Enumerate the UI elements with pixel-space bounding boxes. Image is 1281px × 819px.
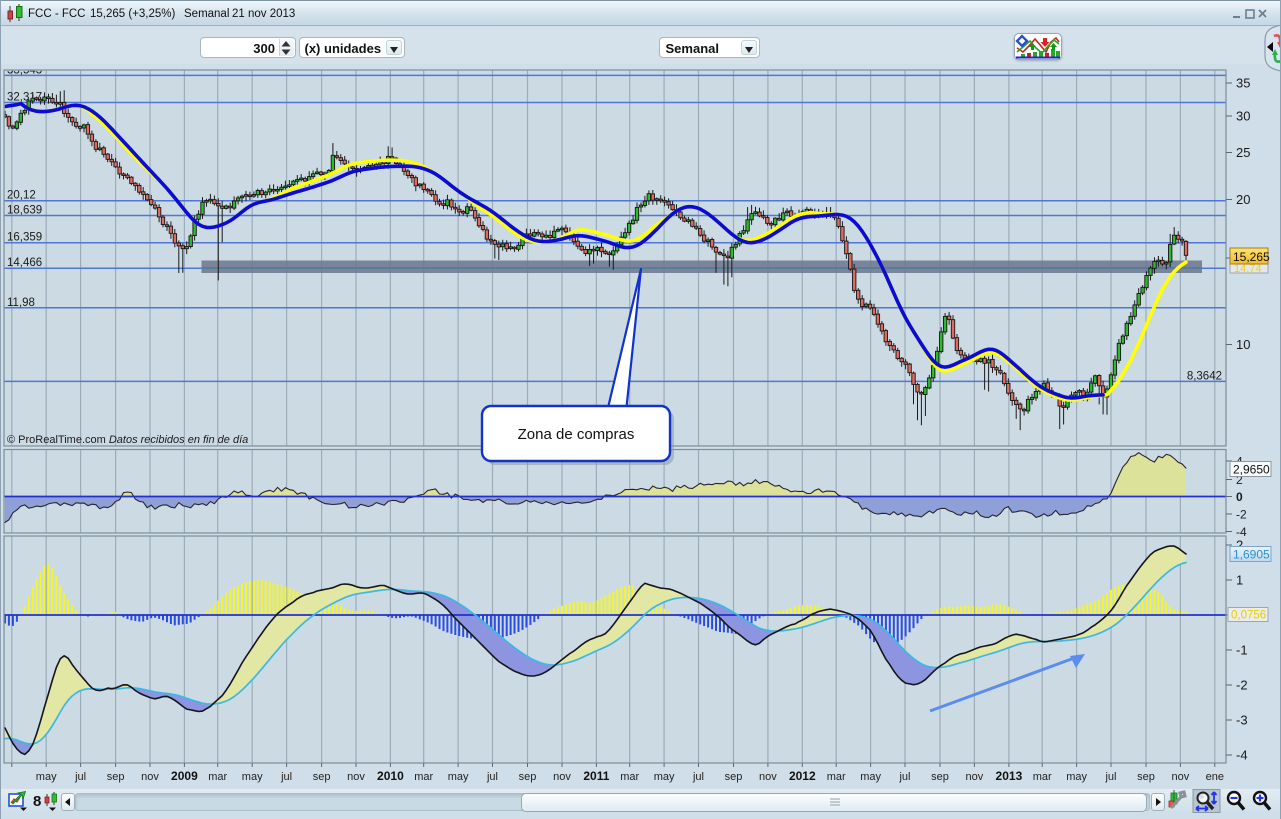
svg-text:2009: 2009 [171, 769, 198, 783]
svg-text:14,466: 14,466 [7, 257, 42, 269]
svg-text:mar: mar [208, 771, 227, 783]
svg-text:mar: mar [414, 771, 433, 783]
svg-text:2,9650: 2,9650 [1233, 463, 1270, 477]
svg-text:2011: 2011 [583, 769, 609, 783]
svg-text:sep: sep [1137, 771, 1155, 783]
svg-text:nov: nov [553, 771, 571, 783]
svg-text:-4: -4 [1236, 748, 1248, 763]
svg-text:ene: ene [1206, 771, 1224, 783]
svg-text:20,12: 20,12 [7, 190, 36, 202]
svg-text:may: may [1066, 771, 1087, 783]
svg-text:2013: 2013 [996, 769, 1023, 783]
svg-text:jul: jul [280, 771, 292, 783]
svg-text:14,74: 14,74 [1234, 263, 1262, 275]
svg-text:-2: -2 [1236, 508, 1247, 522]
svg-text:mar: mar [827, 771, 846, 783]
svg-text:© ProRealTime.com Datos recibi: © ProRealTime.com Datos recibidos en fin… [7, 434, 248, 446]
svg-text:20: 20 [1236, 192, 1250, 207]
svg-text:-2: -2 [1236, 678, 1248, 693]
svg-text:jul: jul [1104, 771, 1116, 783]
svg-text:-3: -3 [1236, 713, 1248, 728]
svg-text:8: 8 [33, 793, 41, 810]
svg-text:1,6905: 1,6905 [1233, 548, 1270, 562]
svg-text:1: 1 [1236, 573, 1243, 588]
svg-text:0: 0 [1236, 490, 1243, 504]
svg-text:sep: sep [107, 771, 125, 783]
svg-text:11,98: 11,98 [7, 297, 35, 309]
svg-text:jul: jul [898, 771, 910, 783]
svg-text:Zona de compras: Zona de compras [518, 426, 635, 443]
svg-text:35: 35 [1236, 76, 1250, 91]
svg-text:sep: sep [725, 771, 743, 783]
svg-text:sep: sep [931, 771, 949, 783]
svg-text:30: 30 [1236, 109, 1250, 124]
svg-text:-1: -1 [1236, 643, 1248, 658]
svg-text:0,0756: 0,0756 [1231, 610, 1266, 622]
svg-text:jul: jul [74, 771, 86, 783]
svg-text:may: may [36, 771, 57, 783]
svg-text:may: may [654, 771, 675, 783]
svg-text:8,3642: 8,3642 [1187, 370, 1222, 382]
svg-text:sep: sep [519, 771, 537, 783]
svg-text:15,265: 15,265 [1233, 250, 1270, 264]
svg-text:mar: mar [620, 771, 639, 783]
svg-text:mar: mar [1033, 771, 1052, 783]
svg-text:nov: nov [347, 771, 365, 783]
svg-text:may: may [242, 771, 263, 783]
svg-text:16,359: 16,359 [7, 232, 42, 244]
svg-text:18,639: 18,639 [7, 205, 42, 217]
svg-text:2012: 2012 [789, 769, 816, 783]
svg-text:jul: jul [692, 771, 704, 783]
svg-text:sep: sep [313, 771, 331, 783]
svg-text:jul: jul [486, 771, 498, 783]
svg-text:10: 10 [1236, 337, 1250, 352]
svg-text:may: may [860, 771, 881, 783]
svg-text:nov: nov [1172, 771, 1190, 783]
svg-text:2010: 2010 [377, 769, 404, 783]
svg-text:may: may [448, 771, 469, 783]
svg-text:nov: nov [759, 771, 777, 783]
svg-text:nov: nov [141, 771, 159, 783]
svg-text:25: 25 [1236, 145, 1250, 160]
svg-text:nov: nov [966, 771, 984, 783]
